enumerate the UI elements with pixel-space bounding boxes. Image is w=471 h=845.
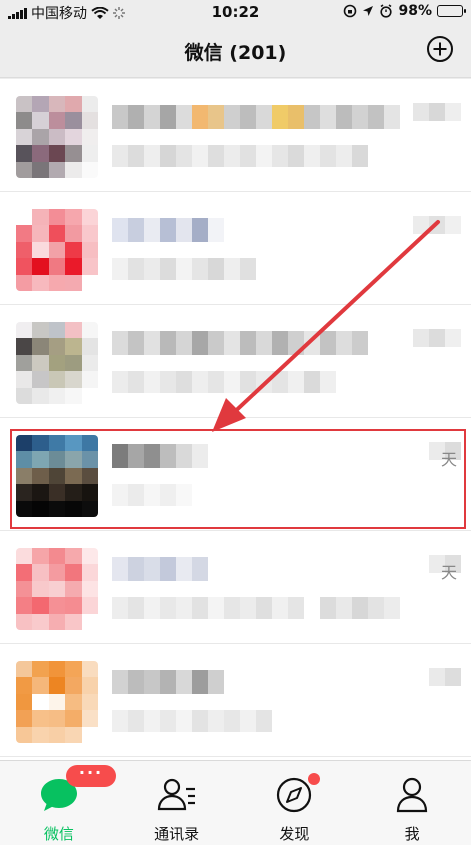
chat-message-blurred [112,145,368,167]
chat-row-highlighted[interactable]: 天 [0,418,471,531]
page-title: 微信 (201) [184,42,287,64]
chat-row[interactable] [0,305,471,418]
chat-time-blurred [413,103,461,121]
nav-header: 微信 (201) [0,24,471,78]
tab-contacts[interactable]: 通讯录 [118,761,236,845]
chat-avatar [16,661,98,743]
chat-day: 天 [440,563,457,582]
chat-name-blurred [112,218,224,242]
chat-list[interactable]: 天 天 [0,79,471,760]
chat-avatar [16,96,98,178]
alarm-icon [380,4,393,18]
chat-row[interactable] [0,79,471,192]
contacts-icon [157,778,195,811]
tab-me[interactable]: 我 [353,761,471,845]
status-right: 98% [343,3,466,19]
chat-name-blurred [112,670,224,694]
tab-label: 我 [404,825,420,843]
add-plus-button[interactable] [427,36,453,62]
chat-message-blurred [112,371,336,393]
chat-row[interactable]: 天 [0,531,471,644]
person-icon [397,777,428,813]
chat-time-blurred [413,329,461,347]
tab-bar: ··· 微信 通讯录 发现 我 [0,760,471,845]
chat-name-blurred [112,444,208,468]
chat-message-blurred [112,484,192,506]
rotation-lock-icon [344,4,357,18]
chat-message-blurred [112,710,272,732]
chat-time-blurred [429,668,461,686]
tab-label: 发现 [279,825,310,843]
battery-icon [437,5,466,17]
chat-row[interactable] [0,644,471,757]
tab-discover[interactable]: 发现 [236,761,354,845]
location-icon [363,6,374,16]
chat-avatar [16,209,98,291]
chat-avatar [16,548,98,630]
chat-row[interactable] [0,192,471,305]
chat-name-blurred [112,105,400,129]
chat-message-blurred [112,597,400,619]
chat-time-blurred [413,216,461,234]
tab-label: 通讯录 [154,825,200,843]
chat-name-blurred [112,557,208,581]
tab-wechat[interactable]: ··· 微信 [0,761,118,845]
unread-badge: ··· [66,765,116,787]
chat-avatar [16,322,98,404]
status-bar: 中国移动 10:22 98% [0,0,471,24]
tab-label: 微信 [43,825,74,843]
chat-day: 天 [440,450,457,469]
notification-dot [307,773,320,785]
battery-percent: 98% [398,3,432,19]
chat-name-blurred [112,331,368,355]
chat-avatar [16,435,98,517]
chat-message-blurred [112,258,256,280]
